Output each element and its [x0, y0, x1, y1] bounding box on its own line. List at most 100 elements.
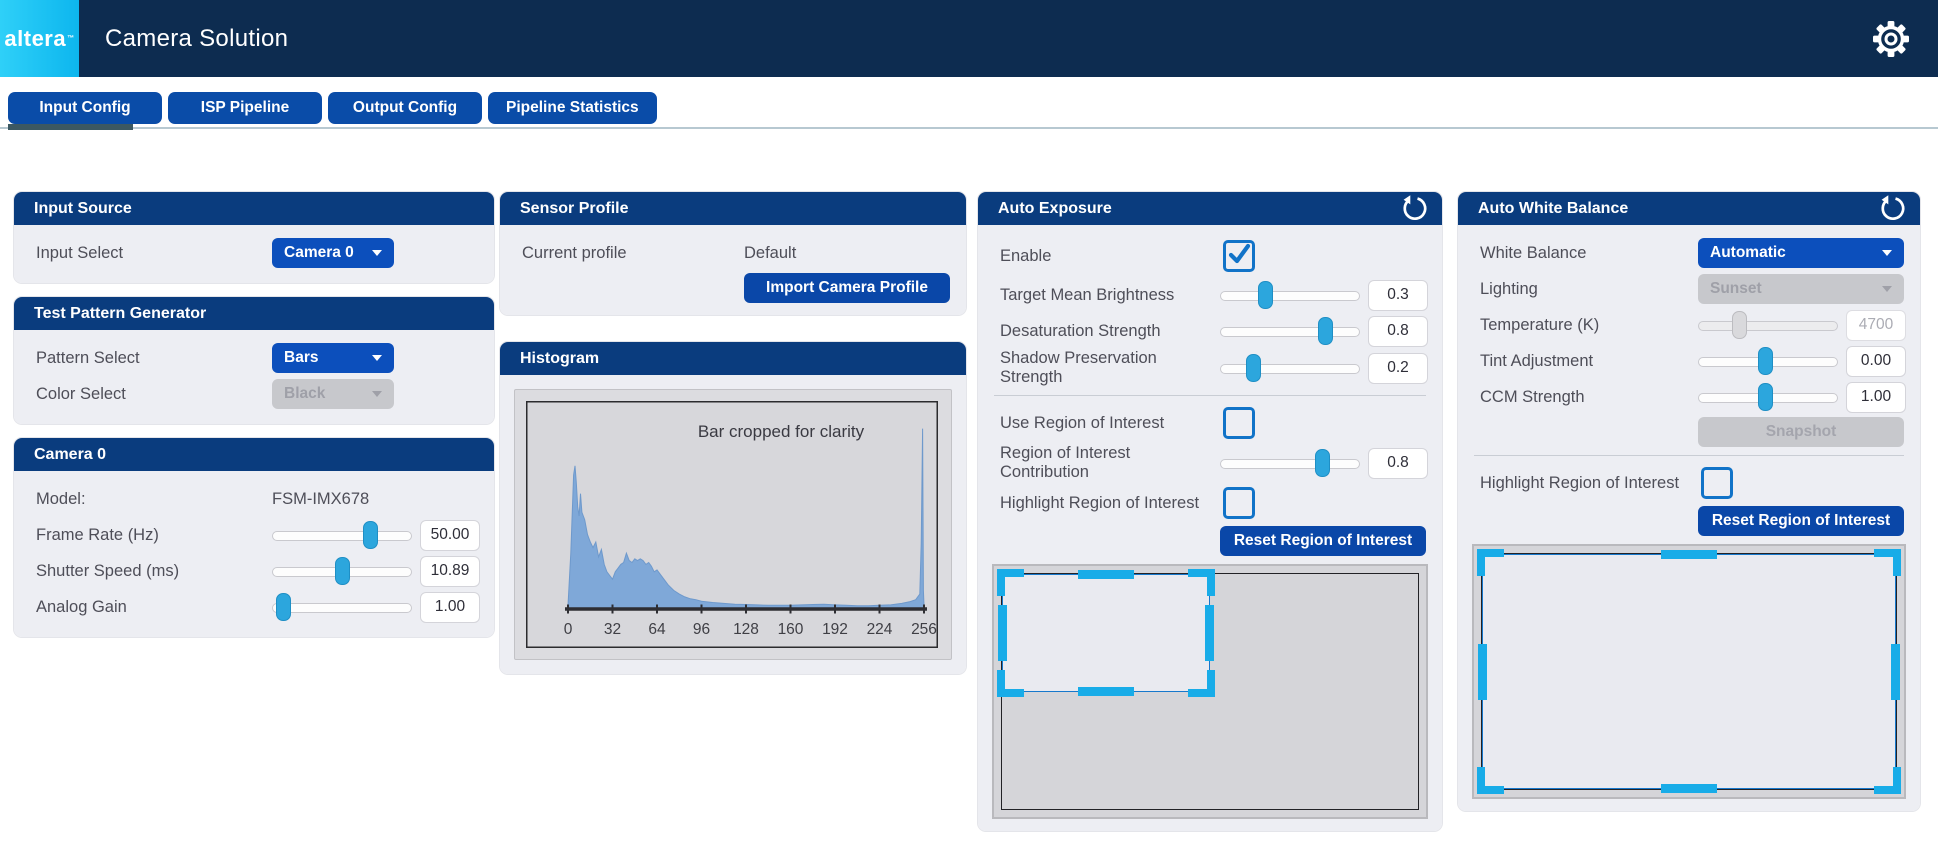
input-select-label: Input Select [36, 244, 272, 263]
import-camera-profile-button[interactable]: Import Camera Profile [744, 273, 950, 303]
input-select-value: Camera 0 [284, 244, 354, 262]
svg-text:192: 192 [822, 621, 848, 638]
slider-thumb[interactable] [1758, 383, 1773, 411]
roi-handle-top[interactable] [1078, 570, 1134, 579]
settings-gear-icon[interactable] [1870, 18, 1912, 60]
slider-thumb[interactable] [276, 593, 291, 621]
analog-gain-slider[interactable] [272, 593, 412, 621]
frame-rate-slider[interactable] [272, 521, 412, 549]
roi-handle-bottom-right[interactable] [1874, 767, 1901, 794]
slider-thumb[interactable] [1758, 347, 1773, 375]
histogram-panel: Histogram 0326496128160192224256Bar crop… [500, 342, 966, 674]
slider-thumb[interactable] [1318, 317, 1333, 345]
roi-handle-left[interactable] [1478, 644, 1487, 700]
roi-handle-bottom[interactable] [1661, 784, 1717, 793]
white-balance-dropdown[interactable]: Automatic [1698, 238, 1904, 268]
reset-icon[interactable] [1401, 195, 1428, 222]
roi-handle-bottom-left[interactable] [1477, 767, 1504, 794]
target-mean-brightness-value[interactable]: 0.3 [1368, 280, 1428, 311]
roi-handle-right[interactable] [1205, 605, 1214, 661]
chevron-down-icon [372, 391, 382, 397]
tint-adjustment-value[interactable]: 0.00 [1846, 346, 1906, 377]
shadow-preservation-label: Shadow Preservation Strength [1000, 349, 1220, 387]
enable-checkbox[interactable] [1223, 240, 1255, 272]
slider-track[interactable] [272, 603, 412, 613]
roi-preview[interactable] [992, 564, 1428, 819]
tab-divider-line [0, 127, 1938, 129]
analog-gain-value[interactable]: 1.00 [420, 592, 480, 623]
desaturation-strength-value[interactable]: 0.8 [1368, 316, 1428, 347]
model-label: Model: [36, 490, 272, 509]
roi-handle-bottom[interactable] [1078, 687, 1134, 696]
color-select-dropdown: Black [272, 379, 394, 409]
slider-track[interactable] [1220, 327, 1360, 337]
target-mean-brightness-slider[interactable] [1220, 281, 1360, 309]
histogram-chart: 0326496128160192224256Bar cropped for cl… [526, 401, 938, 648]
shutter-speed-slider[interactable] [272, 557, 412, 585]
roi-handle-bottom-right[interactable] [1188, 670, 1215, 697]
chevron-down-icon [1882, 250, 1892, 256]
tab-input-config[interactable]: Input Config [8, 92, 162, 124]
slider-thumb[interactable] [1246, 354, 1261, 382]
roi-handle-top-right[interactable] [1874, 549, 1901, 576]
frame-rate-value[interactable]: 50.00 [420, 520, 480, 551]
highlight-roi-checkbox[interactable] [1223, 487, 1255, 519]
slider-thumb[interactable] [363, 521, 378, 549]
temperature-label: Temperature (K) [1480, 316, 1698, 335]
tab-isp-pipeline[interactable]: ISP Pipeline [168, 92, 322, 124]
desaturation-strength-slider[interactable] [1220, 317, 1360, 345]
shadow-preservation-slider[interactable] [1220, 354, 1360, 382]
slider-track[interactable] [1220, 459, 1360, 469]
roi-handle-top-left[interactable] [997, 569, 1024, 596]
analog-gain-label: Analog Gain [36, 598, 272, 617]
slider-thumb[interactable] [1258, 281, 1273, 309]
roi-selection[interactable] [1482, 554, 1896, 789]
roi-contribution-value[interactable]: 0.8 [1368, 448, 1428, 479]
camera0-header: Camera 0 [14, 438, 494, 471]
svg-text:96: 96 [693, 621, 710, 638]
reset-icon[interactable] [1879, 195, 1906, 222]
pattern-select-label: Pattern Select [36, 349, 272, 368]
pattern-select-dropdown[interactable]: Bars [272, 343, 394, 373]
svg-text:256: 256 [911, 621, 937, 638]
roi-handle-top-left[interactable] [1477, 549, 1504, 576]
roi-handle-bottom-left[interactable] [997, 670, 1024, 697]
slider-track[interactable] [272, 531, 412, 541]
roi-handle-top-right[interactable] [1188, 569, 1215, 596]
slider-track[interactable] [1220, 364, 1360, 374]
desaturation-strength-label: Desaturation Strength [1000, 322, 1220, 341]
roi-selection[interactable] [1002, 574, 1210, 692]
roi-preview[interactable] [1472, 544, 1906, 799]
highlight-roi-checkbox[interactable] [1701, 467, 1733, 499]
tint-adjustment-slider[interactable] [1698, 347, 1838, 375]
frame-rate-label: Frame Rate (Hz) [36, 526, 272, 545]
use-roi-checkbox[interactable] [1223, 407, 1255, 439]
model-value: FSM-IMX678 [272, 490, 369, 509]
slider-thumb[interactable] [335, 557, 350, 585]
svg-text:0: 0 [564, 621, 573, 638]
histogram-container: 0326496128160192224256Bar cropped for cl… [514, 389, 952, 660]
current-profile-value: Default [744, 244, 950, 263]
slider-track[interactable] [1220, 291, 1360, 301]
input-select-dropdown[interactable]: Camera 0 [272, 238, 394, 268]
reset-roi-button[interactable]: Reset Region of Interest [1220, 526, 1426, 556]
active-tab-underline [8, 124, 133, 130]
shutter-speed-value[interactable]: 10.89 [420, 556, 480, 587]
slider-thumb[interactable] [1315, 449, 1330, 477]
roi-contribution-slider[interactable] [1220, 449, 1360, 477]
roi-handle-top[interactable] [1661, 550, 1717, 559]
tab-bar: Input Config ISP Pipeline Output Config … [8, 92, 657, 124]
ccm-strength-value[interactable]: 1.00 [1846, 382, 1906, 413]
shadow-preservation-value[interactable]: 0.2 [1368, 353, 1428, 384]
tab-output-config[interactable]: Output Config [328, 92, 482, 124]
column-input: Input Source Input Select Camera 0 Test … [14, 192, 494, 651]
column-auto-exposure: Auto Exposure Enable Target Mean Brightn… [978, 192, 1442, 845]
reset-roi-button[interactable]: Reset Region of Interest [1698, 506, 1904, 536]
roi-handle-right[interactable] [1891, 644, 1900, 700]
test-pattern-panel: Test Pattern Generator Pattern Select Ba… [14, 297, 494, 424]
temperature-slider [1698, 311, 1838, 339]
roi-handle-left[interactable] [998, 605, 1007, 661]
tab-pipeline-statistics[interactable]: Pipeline Statistics [488, 92, 657, 124]
camera0-panel: Camera 0 Model: FSM-IMX678 Frame Rate (H… [14, 438, 494, 637]
ccm-strength-slider[interactable] [1698, 383, 1838, 411]
